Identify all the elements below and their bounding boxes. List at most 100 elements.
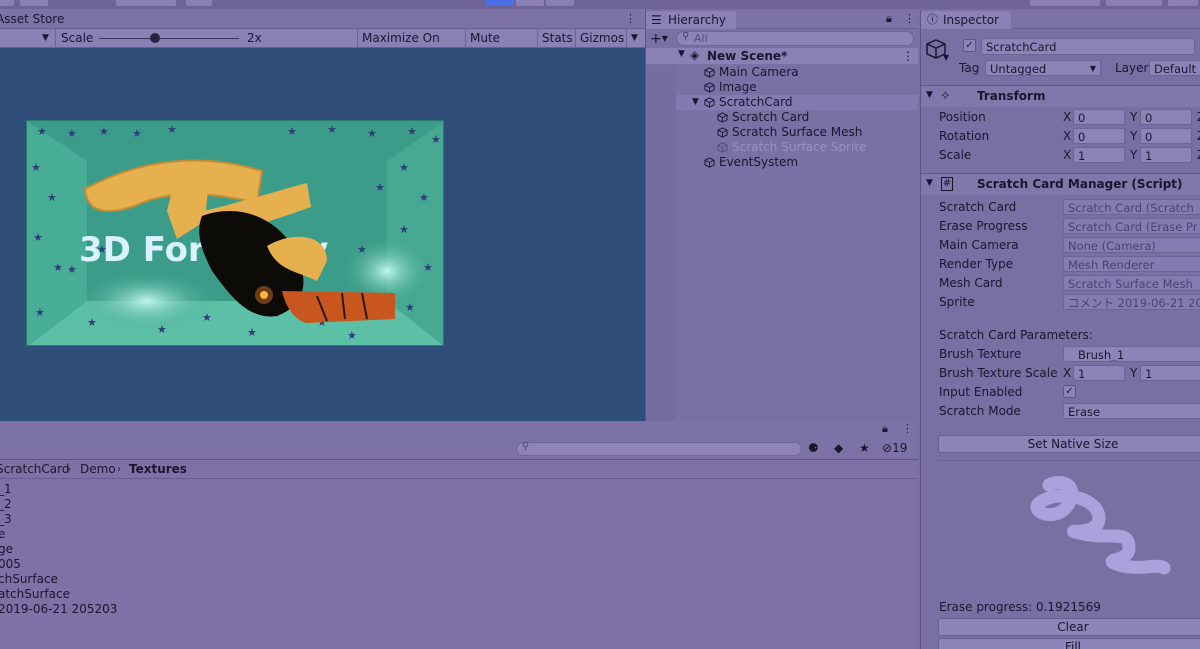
hierarchy-item[interactable]: Main Camera <box>646 65 918 80</box>
hierarchy-item[interactable]: ▼ ScratchCard <box>646 95 918 110</box>
object-name-field[interactable]: ScratchCard <box>981 38 1195 55</box>
tab-inspector[interactable]: ⓘ Inspector <box>921 11 1011 29</box>
search-placeholder: All <box>694 32 708 45</box>
project-toolbar: 🔒︎ ⋮ ⚲ ⚈ ◆ ★ ⊘19 <box>0 421 918 460</box>
hierarchy-item[interactable]: Scratch Surface Mesh <box>646 125 918 140</box>
chevron-right-icon: › <box>67 464 71 475</box>
input-enabled-label: Input Enabled <box>939 385 1023 399</box>
script-field-label: Mesh Card <box>939 276 1003 290</box>
breadcrumb-item[interactable]: ScratchCard <box>0 461 69 478</box>
gameobject-cube-icon <box>704 97 715 108</box>
filter-by-label-icon[interactable]: ◆ <box>834 441 843 455</box>
maximize-on-play-button[interactable]: Maximize On Play <box>357 29 464 64</box>
transform-y-field[interactable]: 0 <box>1140 128 1192 144</box>
kebab-menu-icon[interactable]: ⋮ <box>625 12 636 25</box>
scratch-card-scene[interactable]: ★ ★ ★ ★ ★ ★ ★ ★ ★ ★ ★ ★ ★ ★ ★ ★ ★ ★ ★ ★ ★ ★ ★ ★ ★ ★ ★ ★ ★ ★ 3D Fo… <box>26 120 444 346</box>
play-button[interactable] <box>486 0 514 6</box>
gizmos-dropdown-icon[interactable]: ▼ <box>626 29 645 48</box>
transform-x-field[interactable]: 0 <box>1073 128 1125 144</box>
kebab-menu-icon[interactable]: ⋮ <box>902 48 914 64</box>
transform-header[interactable]: ▼ ⟡ Transform <box>921 85 1200 107</box>
project-list-item[interactable]: 2019-06-21 205203 <box>0 602 117 617</box>
tab-hierarchy[interactable]: ☰ Hierarchy <box>646 11 736 29</box>
display-dropdown[interactable]: ▼ <box>0 29 56 48</box>
project-list-item[interactable]: 005 <box>0 557 21 572</box>
project-list-item[interactable]: _3 <box>0 512 12 527</box>
layer-dropdown[interactable]: Default <box>1149 60 1200 76</box>
add-menu-button[interactable]: +▼ <box>650 30 674 47</box>
transform-x-field[interactable]: 0 <box>1073 109 1125 125</box>
axis-x-label[interactable]: X <box>1063 128 1071 144</box>
transform-y-field[interactable]: 1 <box>1140 147 1192 163</box>
axis-x-label[interactable]: X <box>1063 147 1071 163</box>
brush-scale-y-field[interactable]: 1 <box>1140 365 1200 381</box>
fill-button[interactable]: Fill <box>938 638 1200 649</box>
hierarchy-search-input[interactable]: ⚲ All <box>676 31 914 46</box>
lock-icon[interactable]: 🔒︎ <box>882 422 888 436</box>
hierarchy-item[interactable]: EventSystem <box>646 155 918 170</box>
hierarchy-item-label: Main Camera <box>719 65 799 79</box>
expand-arrow-icon[interactable]: ▼ <box>678 49 685 59</box>
brush-scale-label: Brush Texture Scale <box>939 366 1058 380</box>
filter-by-type-icon[interactable]: ⚈ <box>808 441 819 455</box>
axis-y-label[interactable]: Y <box>1130 128 1137 144</box>
input-enabled-checkbox[interactable]: ✓ <box>1063 385 1076 398</box>
favorite-star-icon[interactable]: ★ <box>859 441 870 455</box>
svg-text:★: ★ <box>53 261 63 274</box>
clear-button[interactable]: Clear <box>938 618 1200 636</box>
axis-x-label[interactable]: X <box>1063 109 1071 125</box>
transform-row-label: Position <box>939 110 986 124</box>
gameobject-cube-icon <box>704 157 715 168</box>
expand-arrow-icon: ▼ <box>926 90 933 100</box>
brush-scale-x-field[interactable]: 1 <box>1073 365 1125 381</box>
project-list-item[interactable]: _1 <box>0 482 12 497</box>
scale-value: 2x <box>247 31 262 45</box>
scene-row[interactable]: ▼ ◈ New Scene* ⋮ <box>646 48 918 64</box>
pause-button[interactable] <box>516 0 544 6</box>
breadcrumb-item[interactable]: Demo <box>80 461 116 478</box>
transform-x-field[interactable]: 1 <box>1073 147 1125 163</box>
transform-y-field[interactable]: 0 <box>1140 109 1192 125</box>
expand-arrow-icon: ▼ <box>926 178 933 188</box>
expand-arrow-icon[interactable]: ▼ <box>692 95 699 110</box>
breadcrumb-item[interactable]: Textures <box>129 461 187 478</box>
set-native-size-button[interactable]: Set Native Size <box>938 435 1200 453</box>
erase-progress-text: Erase progress: 0.1921569 <box>939 600 1101 614</box>
scratch-mode-dropdown[interactable]: Erase <box>1063 403 1200 419</box>
chevron-down-icon[interactable]: ▼ <box>943 53 949 62</box>
scale-slider[interactable] <box>99 38 239 39</box>
svg-text:★: ★ <box>347 329 357 342</box>
brush-texture-field[interactable]: Brush_1 <box>1063 346 1200 362</box>
scale-slider-thumb[interactable] <box>150 33 160 43</box>
svg-text:★: ★ <box>357 243 367 256</box>
svg-text:★: ★ <box>423 261 433 274</box>
stats-button[interactable]: Stats <box>537 29 575 48</box>
gizmos-button[interactable]: Gizmos <box>575 29 626 48</box>
project-search-input[interactable]: ⚲ <box>516 441 802 456</box>
hierarchy-item[interactable]: Scratch Card <box>646 110 918 125</box>
project-list-item[interactable]: e <box>0 527 5 542</box>
tag-label: Tag <box>959 61 980 75</box>
project-list-item[interactable]: atchSurface <box>0 587 70 602</box>
svg-text:★: ★ <box>287 125 297 138</box>
transform-row-label: Scale <box>939 148 972 162</box>
hierarchy-item[interactable]: Scratch Surface Sprite <box>646 140 918 155</box>
hierarchy-item-label: ScratchCard <box>719 95 793 109</box>
tag-dropdown[interactable]: Untagged ▼ <box>985 60 1101 76</box>
script-header[interactable]: ▼ # Scratch Card Manager (Script) <box>921 173 1200 195</box>
kebab-menu-icon[interactable]: ⋮ <box>904 12 915 25</box>
axis-y-label[interactable]: Y <box>1130 147 1137 163</box>
hierarchy-item[interactable]: Image <box>646 80 918 95</box>
kebab-menu-icon[interactable]: ⋮ <box>902 422 913 435</box>
tab-asset-store[interactable]: Asset Store <box>0 10 64 28</box>
project-list-item[interactable]: _2 <box>0 497 12 512</box>
game-viewport[interactable]: ★ ★ ★ ★ ★ ★ ★ ★ ★ ★ ★ ★ ★ ★ ★ ★ ★ ★ ★ ★ ★ ★ ★ ★ ★ ★ ★ ★ ★ ★ 3D Fo… <box>0 48 645 421</box>
axis-y-label[interactable]: Y <box>1130 109 1137 125</box>
lock-icon[interactable]: 🔒︎ <box>886 12 892 26</box>
hidden-eye-icon[interactable]: ⊘19 <box>882 441 907 455</box>
step-button[interactable] <box>546 0 574 6</box>
mute-audio-button[interactable]: Mute Audio <box>465 29 537 64</box>
active-checkbox[interactable]: ✓ <box>963 39 976 52</box>
project-list-item[interactable]: ge <box>0 542 13 557</box>
project-list-item[interactable]: chSurface <box>0 572 58 587</box>
